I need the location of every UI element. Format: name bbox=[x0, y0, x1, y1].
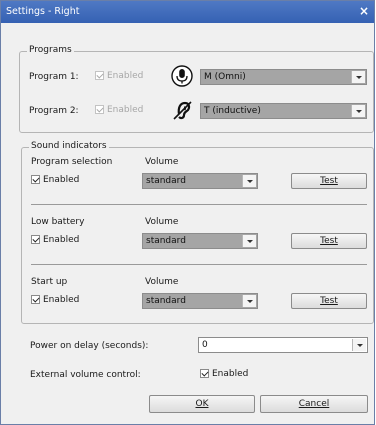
divider bbox=[31, 204, 367, 205]
start-up-test-button[interactable]: Test bbox=[291, 293, 367, 309]
checkbox-icon bbox=[31, 235, 40, 244]
checkbox-icon bbox=[95, 105, 104, 114]
close-icon[interactable]: × bbox=[359, 4, 369, 18]
start-up-title: Start up bbox=[31, 277, 68, 287]
programs-group: Programs Program 1: Enabled M (Omni) Pro… bbox=[19, 45, 374, 133]
programs-legend: Programs bbox=[27, 45, 74, 55]
program-2-enabled-checkbox: Enabled bbox=[95, 105, 143, 115]
low-battery-volume-label: Volume bbox=[145, 217, 179, 227]
low-battery-enabled-label: Enabled bbox=[43, 235, 80, 245]
program-selection-title: Program selection bbox=[31, 157, 113, 167]
program-selection-volume-select[interactable]: standard bbox=[142, 173, 258, 189]
program-2-label: Program 2: bbox=[29, 106, 79, 116]
program-selection-volume-value: standard bbox=[146, 176, 186, 186]
checkbox-icon bbox=[200, 369, 209, 378]
power-on-delay-value: 0 bbox=[202, 340, 208, 350]
low-battery-test-button[interactable]: Test bbox=[291, 233, 367, 249]
power-on-delay-select[interactable]: 0 bbox=[198, 337, 368, 353]
checkbox-icon bbox=[95, 71, 104, 80]
external-volume-enabled-checkbox[interactable]: Enabled bbox=[200, 369, 248, 379]
start-up-volume-select[interactable]: standard bbox=[142, 293, 258, 309]
divider bbox=[31, 264, 367, 265]
checkbox-icon bbox=[31, 175, 40, 184]
program-1-label: Program 1: bbox=[29, 72, 79, 82]
microphone-icon bbox=[171, 65, 193, 87]
chevron-down-icon bbox=[242, 175, 256, 187]
program-1-mode-select[interactable]: M (Omni) bbox=[200, 69, 367, 85]
low-battery-enabled-checkbox[interactable]: Enabled bbox=[31, 235, 79, 245]
start-up-volume-label: Volume bbox=[145, 277, 179, 287]
sound-indicators-legend: Sound indicators bbox=[29, 141, 109, 151]
program-2-mode-value: T (inductive) bbox=[204, 106, 261, 116]
telecoil-ear-icon bbox=[173, 101, 192, 120]
program-1-mode-value: M (Omni) bbox=[204, 72, 246, 82]
low-battery-volume-select[interactable]: standard bbox=[142, 233, 258, 249]
program-selection-enabled-checkbox[interactable]: Enabled bbox=[31, 175, 79, 185]
program-selection-enabled-label: Enabled bbox=[43, 175, 80, 185]
chevron-down-icon bbox=[352, 339, 366, 351]
settings-window: Settings - Right × Programs Program 1: E… bbox=[0, 0, 375, 425]
checkbox-icon bbox=[31, 295, 40, 304]
start-up-enabled-checkbox[interactable]: Enabled bbox=[31, 295, 79, 305]
external-volume-label: External volume control: bbox=[30, 370, 141, 380]
cancel-button[interactable]: Cancel bbox=[260, 395, 368, 413]
chevron-down-icon bbox=[351, 105, 365, 117]
chevron-down-icon bbox=[351, 71, 365, 83]
program-1-enabled-checkbox: Enabled bbox=[95, 71, 143, 81]
low-battery-title: Low battery bbox=[31, 217, 85, 227]
external-volume-enabled-label: Enabled bbox=[212, 369, 249, 379]
start-up-enabled-label: Enabled bbox=[43, 295, 80, 305]
low-battery-volume-value: standard bbox=[146, 236, 186, 246]
window-title: Settings - Right bbox=[6, 6, 80, 17]
sound-indicators-group: Sound indicators Program selection Volum… bbox=[21, 141, 374, 324]
start-up-volume-value: standard bbox=[146, 296, 186, 306]
program-2-mode-select[interactable]: T (inductive) bbox=[200, 103, 367, 119]
program-selection-volume-label: Volume bbox=[145, 157, 179, 167]
chevron-down-icon bbox=[242, 295, 256, 307]
ok-button[interactable]: OK bbox=[149, 395, 255, 413]
program-selection-test-button[interactable]: Test bbox=[291, 173, 367, 189]
program-2-enabled-label: Enabled bbox=[107, 105, 144, 115]
program-1-enabled-label: Enabled bbox=[107, 71, 144, 81]
chevron-down-icon bbox=[242, 235, 256, 247]
power-on-delay-label: Power on delay (seconds): bbox=[30, 341, 149, 351]
title-bar: Settings - Right × bbox=[1, 1, 374, 23]
